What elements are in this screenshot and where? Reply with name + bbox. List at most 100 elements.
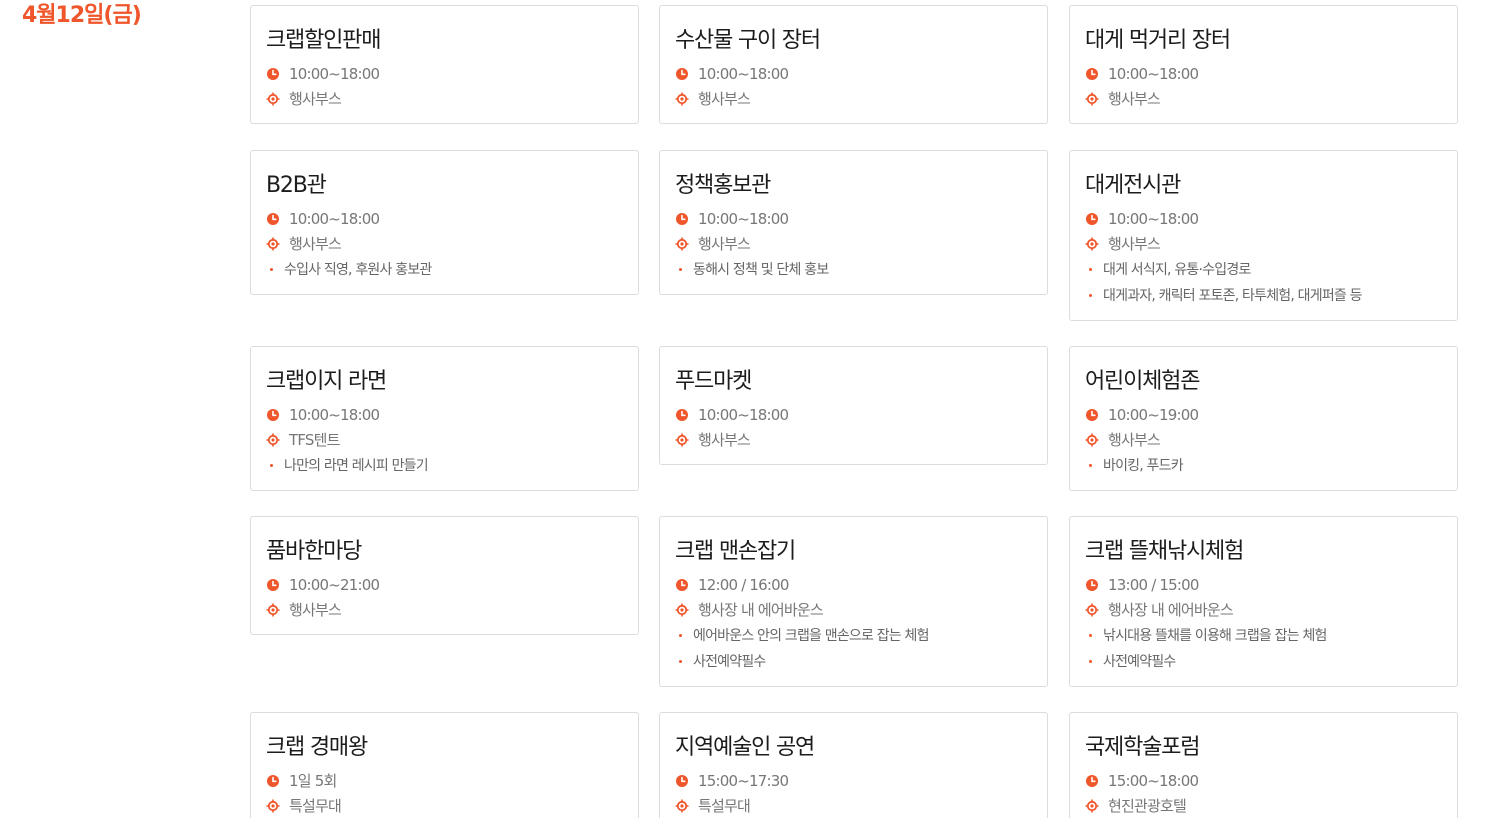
program-place-text: 행사장 내 에어바운스 (1108, 601, 1234, 619)
program-place: 행사부스 (675, 231, 1032, 256)
location-target-icon (1085, 603, 1099, 617)
program-time-text: 10:00~18:00 (1108, 64, 1199, 83)
location-target-icon (1085, 237, 1099, 251)
program-note-text: 대게과자, 캐릭터 포토존, 타투체험, 대게퍼즐 등 (1103, 288, 1363, 304)
program-place-text: 특설무대 (289, 797, 342, 815)
program-place: 특설무대 (266, 793, 623, 818)
clock-icon (266, 212, 280, 226)
program-note-text: 에어바운스 안의 크랩을 맨손으로 잡는 체험 (693, 628, 930, 644)
program-time: 10:00~18:00 (675, 402, 1032, 427)
bullet-dot-icon (1089, 463, 1092, 467)
program-title: 크랩 맨손잡기 (675, 539, 796, 564)
program-time: 15:00~18:00 (1085, 768, 1442, 793)
program-card: 푸드마켓 10:00~18:00 행사부스 (659, 346, 1048, 465)
program-note: 사전예약필수 (1085, 648, 1442, 674)
clock-icon (675, 578, 689, 592)
program-title: 크랩 뜰채낚시체험 (1085, 539, 1244, 564)
clock-icon (266, 774, 280, 788)
program-time-text: 10:00~18:00 (289, 64, 380, 83)
clock-icon (1085, 774, 1099, 788)
program-card: 크랩이지 라면 10:00~18:00 TFS텐트 나만의 라면 레시피 만들기 (250, 346, 639, 491)
program-title: 푸드마켓 (675, 369, 752, 394)
program-title: 국제학술포럼 (1085, 735, 1200, 760)
program-place-text: 행사부스 (698, 235, 751, 253)
program-card: 크랩할인판매 10:00~18:00 행사부스 (250, 5, 639, 124)
program-place: 행사부스 (675, 427, 1032, 452)
program-note-text: 낚시대용 뜰채를 이용해 크랩을 잡는 체험 (1103, 628, 1327, 644)
clock-icon (266, 408, 280, 422)
program-place: 행사장 내 에어바운스 (675, 597, 1032, 622)
bullet-dot-icon (270, 267, 273, 271)
program-place: TFS텐트 (266, 427, 623, 452)
program-place: 행사부스 (675, 86, 1032, 111)
program-time: 10:00~18:00 (266, 61, 623, 86)
program-place: 특설무대 (675, 793, 1032, 818)
program-place: 현진관광호텔 (1085, 793, 1442, 818)
program-note: 수입사 직영, 후원사 홍보관 (266, 256, 623, 282)
program-time-text: 10:00~18:00 (698, 64, 789, 83)
clock-icon (675, 774, 689, 788)
location-target-icon (675, 237, 689, 251)
program-place-text: 행사부스 (1108, 90, 1161, 108)
bullet-dot-icon (679, 659, 682, 663)
location-target-icon (675, 92, 689, 106)
program-title: 대게전시관 (1085, 173, 1181, 198)
program-time-text: 10:00~21:00 (289, 575, 380, 594)
location-target-icon (675, 603, 689, 617)
bullet-dot-icon (679, 633, 682, 637)
program-time-text: 10:00~18:00 (698, 405, 789, 424)
bullet-dot-icon (1089, 293, 1092, 297)
location-target-icon (266, 603, 280, 617)
program-card: 크랩 맨손잡기 12:00 / 16:00 행사장 내 에어바운스 에어바운스 … (659, 516, 1048, 687)
location-target-icon (266, 237, 280, 251)
program-time-text: 15:00~18:00 (1108, 771, 1199, 790)
program-time-text: 10:00~18:00 (289, 209, 380, 228)
program-note-text: 바이킹, 푸드카 (1103, 458, 1184, 474)
clock-icon (266, 578, 280, 592)
program-card: 정책홍보관 10:00~18:00 행사부스 동해시 정책 및 단체 홍보 (659, 150, 1048, 295)
program-note-text: 나만의 라면 레시피 만들기 (284, 458, 429, 474)
program-place-text: 행사부스 (289, 601, 342, 619)
bullet-dot-icon (1089, 267, 1092, 271)
program-note-text: 대게 서식지, 유통·수입경로 (1103, 262, 1251, 278)
program-note: 낚시대용 뜰채를 이용해 크랩을 잡는 체험 (1085, 622, 1442, 648)
program-title: 품바한마당 (266, 539, 362, 564)
program-place: 행사부스 (266, 597, 623, 622)
program-place-text: 특설무대 (698, 797, 751, 815)
program-card: 국제학술포럼 15:00~18:00 현진관광호텔 (1069, 712, 1458, 818)
program-note-text: 동해시 정책 및 단체 홍보 (693, 262, 829, 278)
location-target-icon (1085, 433, 1099, 447)
clock-icon (1085, 408, 1099, 422)
program-card: 대게 먹거리 장터 10:00~18:00 행사부스 (1069, 5, 1458, 124)
clock-icon (1085, 578, 1099, 592)
location-target-icon (675, 433, 689, 447)
program-time: 1일 5회 (266, 768, 623, 793)
program-place-text: 행사부스 (289, 235, 342, 253)
bullet-dot-icon (1089, 659, 1092, 663)
program-time: 10:00~18:00 (1085, 206, 1442, 231)
program-time: 10:00~18:00 (266, 206, 623, 231)
program-note-text: 사전예약필수 (1103, 654, 1176, 670)
program-card: 대게전시관 10:00~18:00 행사부스 대게 서식지, 유통·수입경로 대… (1069, 150, 1458, 321)
clock-icon (1085, 67, 1099, 81)
program-place-text: 현진관광호텔 (1108, 797, 1187, 815)
program-time-text: 10:00~18:00 (1108, 209, 1199, 228)
program-time: 10:00~18:00 (675, 61, 1032, 86)
program-card: 수산물 구이 장터 10:00~18:00 행사부스 (659, 5, 1048, 124)
program-time: 10:00~18:00 (1085, 61, 1442, 86)
clock-icon (675, 408, 689, 422)
program-title: 크랩이지 라면 (266, 369, 387, 394)
program-place-text: 행사부스 (698, 431, 751, 449)
program-note: 에어바운스 안의 크랩을 맨손으로 잡는 체험 (675, 622, 1032, 648)
program-title: 지역예술인 공연 (675, 735, 815, 760)
location-target-icon (266, 799, 280, 813)
program-time: 10:00~21:00 (266, 572, 623, 597)
location-target-icon (1085, 92, 1099, 106)
program-note: 대게 서식지, 유통·수입경로 (1085, 256, 1442, 282)
program-place-text: 행사부스 (289, 90, 342, 108)
program-time-text: 10:00~19:00 (1108, 405, 1199, 424)
program-card: 품바한마당 10:00~21:00 행사부스 (250, 516, 639, 635)
program-note: 동해시 정책 및 단체 홍보 (675, 256, 1032, 282)
program-place-text: 행사장 내 에어바운스 (698, 601, 824, 619)
program-time: 10:00~19:00 (1085, 402, 1442, 427)
